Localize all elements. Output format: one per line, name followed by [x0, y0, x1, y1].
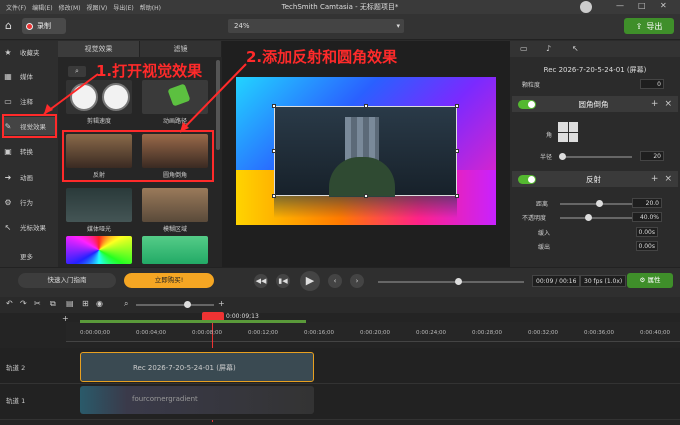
arrow-head-1 [44, 104, 53, 114]
arrow-step-2 [179, 63, 247, 133]
annotation-arrows [43, 63, 247, 133]
arrow-step-1 [43, 73, 99, 115]
